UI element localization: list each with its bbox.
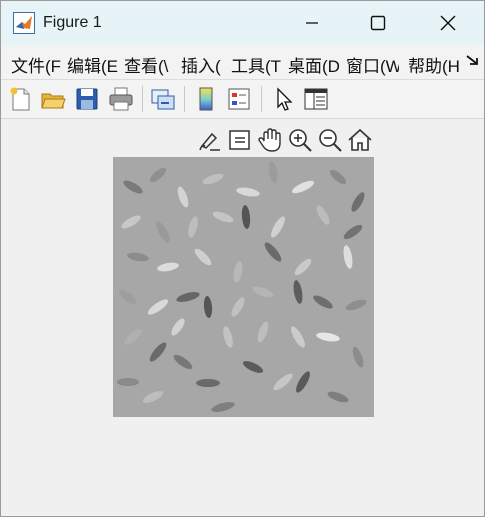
open-file-icon[interactable] <box>39 85 67 113</box>
print-icon[interactable] <box>107 85 135 113</box>
menu-tools[interactable]: 工具(T <box>231 52 282 77</box>
pan-hand-icon[interactable] <box>256 126 284 154</box>
rice-grains-image <box>113 157 374 417</box>
menu-bar: 文件(F 编辑(E 查看(\ 插入( 工具(T 桌面(D 窗口(W 帮助(H <box>1 45 484 80</box>
menu-help[interactable]: 帮助(H <box>408 52 460 77</box>
close-icon <box>440 15 456 31</box>
menu-window[interactable]: 窗口(W <box>346 52 399 77</box>
zoom-in-icon[interactable] <box>286 126 314 154</box>
toolbar-separator <box>142 86 143 112</box>
toolbar-separator <box>184 86 185 112</box>
property-inspector-icon[interactable] <box>302 85 330 113</box>
maximize-button[interactable] <box>349 1 407 45</box>
minimize-button[interactable] <box>283 1 341 45</box>
title-bar[interactable]: Figure 1 <box>1 1 484 45</box>
datatip-icon[interactable] <box>226 126 254 154</box>
minimize-icon <box>306 22 318 24</box>
figure-window: Figure 1 文件(F 编辑(E 查看(\ 插入( 工具(T 桌面(D 窗口… <box>0 0 485 517</box>
menu-file[interactable]: 文件(F <box>11 52 61 77</box>
menu-desktop[interactable]: 桌面(D <box>288 52 339 77</box>
menu-insert[interactable]: 插入( <box>181 52 225 77</box>
edit-plot-pointer-icon[interactable] <box>269 85 297 113</box>
matlab-logo-icon <box>13 12 35 34</box>
zoom-out-icon[interactable] <box>316 126 344 154</box>
maximize-icon <box>370 15 386 31</box>
save-icon[interactable] <box>73 85 101 113</box>
menu-edit[interactable]: 编辑(E <box>67 52 118 77</box>
figure-toolbar <box>1 80 484 119</box>
figure-image[interactable] <box>113 157 374 417</box>
new-figure-icon[interactable] <box>6 85 34 113</box>
brush-data-icon[interactable] <box>196 126 224 154</box>
home-restore-view-icon[interactable] <box>346 126 374 154</box>
insert-colorbar-icon[interactable] <box>192 85 220 113</box>
insert-legend-icon[interactable] <box>225 85 253 113</box>
overflow-arrow-icon[interactable] <box>465 53 479 67</box>
menu-view[interactable]: 查看(\ <box>124 52 174 77</box>
toolbar-separator <box>261 86 262 112</box>
window-title: Figure 1 <box>43 14 102 31</box>
close-button[interactable] <box>419 1 477 45</box>
link-plot-icon[interactable] <box>149 85 177 113</box>
